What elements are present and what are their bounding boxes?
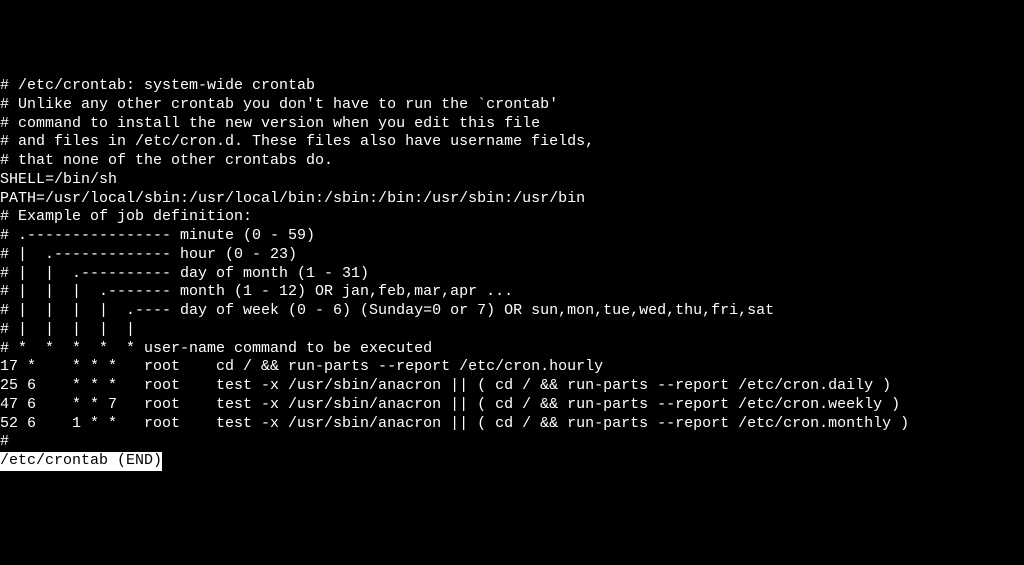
file-line: # <box>0 433 1024 452</box>
terminal-viewport[interactable]: # /etc/crontab: system-wide crontab# Unl… <box>0 77 1024 471</box>
file-line: 25 6 * * * root test -x /usr/sbin/anacro… <box>0 377 1024 396</box>
file-line: # Example of job definition: <box>0 208 1024 227</box>
file-line: # | | | .------- month (1 - 12) OR jan,f… <box>0 283 1024 302</box>
file-line: # | .------------- hour (0 - 23) <box>0 246 1024 265</box>
file-line: PATH=/usr/local/sbin:/usr/local/bin:/sbi… <box>0 190 1024 209</box>
file-line: # and files in /etc/cron.d. These files … <box>0 133 1024 152</box>
file-line: 52 6 1 * * root test -x /usr/sbin/anacro… <box>0 415 1024 434</box>
file-line: # /etc/crontab: system-wide crontab <box>0 77 1024 96</box>
pager-status: /etc/crontab (END) <box>0 452 162 471</box>
file-line: # Unlike any other crontab you don't hav… <box>0 96 1024 115</box>
file-line: # command to install the new version whe… <box>0 115 1024 134</box>
file-line: # .---------------- minute (0 - 59) <box>0 227 1024 246</box>
file-line: # that none of the other crontabs do. <box>0 152 1024 171</box>
file-line: 47 6 * * 7 root test -x /usr/sbin/anacro… <box>0 396 1024 415</box>
file-line: # | | .---------- day of month (1 - 31) <box>0 265 1024 284</box>
file-line: # | | | | | <box>0 321 1024 340</box>
file-line: # * * * * * user-name command to be exec… <box>0 340 1024 359</box>
file-line: SHELL=/bin/sh <box>0 171 1024 190</box>
file-line: 17 * * * * root cd / && run-parts --repo… <box>0 358 1024 377</box>
file-line: # | | | | .---- day of week (0 - 6) (Sun… <box>0 302 1024 321</box>
